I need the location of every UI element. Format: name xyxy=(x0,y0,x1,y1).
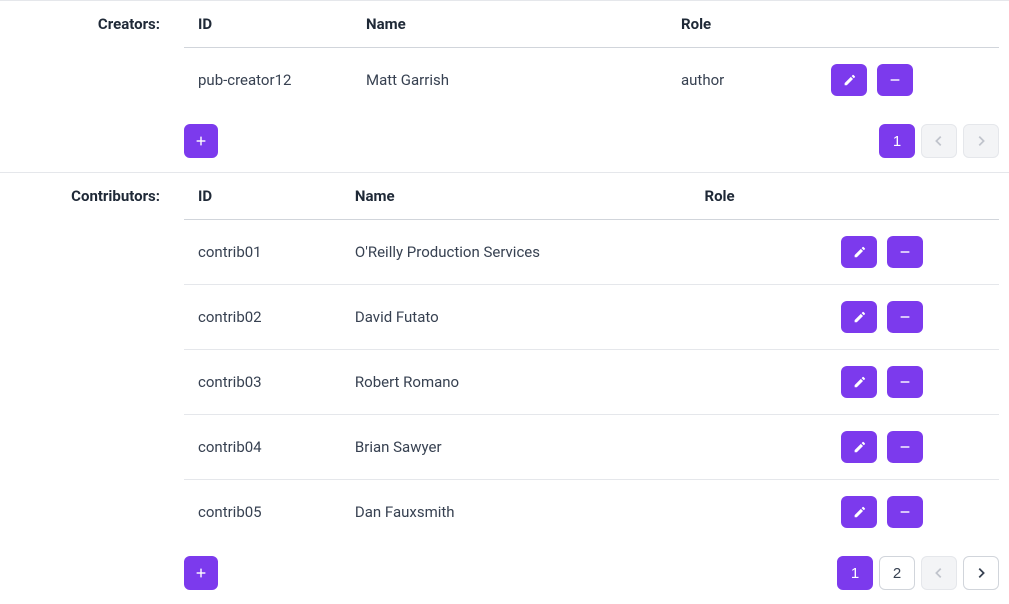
edit-icon xyxy=(852,505,866,519)
chevron-right-icon xyxy=(974,134,988,148)
cell-actions xyxy=(829,350,999,415)
edit-button[interactable] xyxy=(831,64,867,96)
creators-pager: 1 xyxy=(879,124,999,158)
table-row: contrib05 Dan Fauxsmith xyxy=(184,480,999,545)
add-creator-button[interactable] xyxy=(184,124,218,158)
cell-role xyxy=(692,350,829,415)
cell-id: contrib03 xyxy=(184,350,343,415)
cell-actions xyxy=(829,285,999,350)
creators-footer: 1 xyxy=(184,112,999,172)
col-header-id: ID xyxy=(184,1,354,48)
creators-body: ID Name Role pub-creator12 Matt Garrish … xyxy=(184,1,1009,172)
cell-id: contrib04 xyxy=(184,415,343,480)
contributors-footer: 12 xyxy=(184,544,999,604)
creators-section: Creators: ID Name Role pub-creator12 Mat… xyxy=(0,0,1009,172)
next-page-button xyxy=(963,124,999,158)
edit-button[interactable] xyxy=(841,301,877,333)
edit-button[interactable] xyxy=(841,431,877,463)
edit-button[interactable] xyxy=(841,236,877,268)
cell-name: David Futato xyxy=(343,285,693,350)
page-button[interactable]: 1 xyxy=(837,556,873,590)
cell-actions xyxy=(829,220,999,285)
edit-icon xyxy=(852,440,866,454)
col-header-name: Name xyxy=(354,1,669,48)
cell-name: Matt Garrish xyxy=(354,48,669,113)
col-header-actions xyxy=(829,173,999,220)
page-button[interactable]: 1 xyxy=(879,124,915,158)
table-row: contrib01 O'Reilly Production Services xyxy=(184,220,999,285)
col-header-role: Role xyxy=(692,173,829,220)
col-header-actions xyxy=(819,1,999,48)
cell-id: contrib02 xyxy=(184,285,343,350)
remove-button[interactable] xyxy=(887,236,923,268)
table-row: pub-creator12 Matt Garrish author xyxy=(184,48,999,113)
contributors-body: ID Name Role contrib01 O'Reilly Producti… xyxy=(184,173,1009,604)
plus-icon xyxy=(194,566,208,580)
cell-role: author xyxy=(669,48,819,113)
page-button[interactable]: 2 xyxy=(879,556,915,590)
table-row: contrib03 Robert Romano xyxy=(184,350,999,415)
prev-page-button xyxy=(921,124,957,158)
chevron-right-icon xyxy=(974,566,988,580)
table-row: contrib04 Brian Sawyer xyxy=(184,415,999,480)
contributors-table: ID Name Role contrib01 O'Reilly Producti… xyxy=(184,173,999,544)
minus-icon xyxy=(898,245,912,259)
cell-id: pub-creator12 xyxy=(184,48,354,113)
contributors-pager: 12 xyxy=(837,556,999,590)
edit-button[interactable] xyxy=(841,366,877,398)
edit-icon xyxy=(852,375,866,389)
remove-button[interactable] xyxy=(877,64,913,96)
col-header-id: ID xyxy=(184,173,343,220)
cell-actions xyxy=(819,48,999,113)
edit-icon xyxy=(852,245,866,259)
remove-button[interactable] xyxy=(887,301,923,333)
edit-icon xyxy=(842,73,856,87)
creators-label: Creators: xyxy=(0,1,184,172)
remove-button[interactable] xyxy=(887,366,923,398)
minus-icon xyxy=(898,505,912,519)
creators-table: ID Name Role pub-creator12 Matt Garrish … xyxy=(184,1,999,112)
minus-icon xyxy=(898,375,912,389)
contributors-section: Contributors: ID Name Role contrib01 O'R… xyxy=(0,172,1009,604)
cell-role xyxy=(692,480,829,545)
plus-icon xyxy=(194,134,208,148)
cell-name: Robert Romano xyxy=(343,350,693,415)
minus-icon xyxy=(898,310,912,324)
minus-icon xyxy=(898,440,912,454)
cell-name: Brian Sawyer xyxy=(343,415,693,480)
edit-button[interactable] xyxy=(841,496,877,528)
contributors-label: Contributors: xyxy=(0,173,184,604)
prev-page-button xyxy=(921,556,957,590)
cell-role xyxy=(692,415,829,480)
cell-name: O'Reilly Production Services xyxy=(343,220,693,285)
add-contributor-button[interactable] xyxy=(184,556,218,590)
cell-role xyxy=(692,220,829,285)
edit-icon xyxy=(852,310,866,324)
chevron-left-icon xyxy=(932,134,946,148)
remove-button[interactable] xyxy=(887,496,923,528)
cell-id: contrib01 xyxy=(184,220,343,285)
cell-actions xyxy=(829,480,999,545)
minus-icon xyxy=(888,73,902,87)
remove-button[interactable] xyxy=(887,431,923,463)
table-row: contrib02 David Futato xyxy=(184,285,999,350)
cell-name: Dan Fauxsmith xyxy=(343,480,693,545)
col-header-name: Name xyxy=(343,173,693,220)
col-header-role: Role xyxy=(669,1,819,48)
cell-role xyxy=(692,285,829,350)
cell-id: contrib05 xyxy=(184,480,343,545)
chevron-left-icon xyxy=(932,566,946,580)
cell-actions xyxy=(829,415,999,480)
next-page-button[interactable] xyxy=(963,556,999,590)
